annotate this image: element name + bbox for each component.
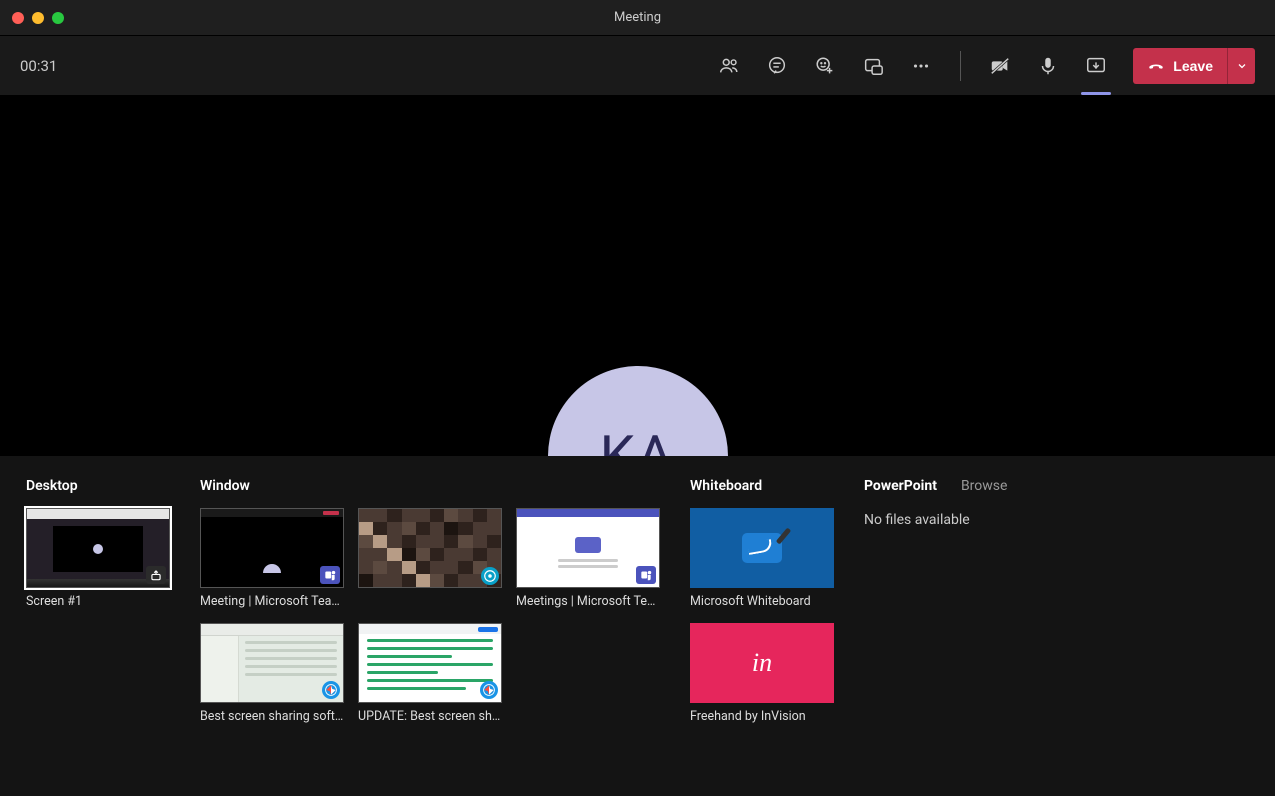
tile-label: Best screen sharing soft…	[200, 709, 344, 724]
window-titlebar: Meeting	[0, 0, 1275, 36]
tile-label: Meetings | Microsoft Tea…	[516, 594, 660, 609]
maximize-window-button[interactable]	[52, 12, 64, 24]
thumbnail	[690, 508, 834, 588]
thumbnail	[358, 623, 502, 703]
chevron-down-icon	[1236, 60, 1248, 72]
reactions-icon[interactable]	[814, 55, 836, 77]
include-audio-icon	[146, 566, 166, 584]
share-tray: Desktop Screen #1 Window	[0, 456, 1275, 796]
powerpoint-empty-text: No files available	[864, 512, 1249, 528]
teams-app-icon	[636, 566, 656, 584]
share-section-powerpoint: PowerPoint Browse No files available	[864, 478, 1249, 766]
section-heading: Window	[200, 478, 660, 494]
share-tile-window-doc[interactable]: UPDATE: Best screen sha…	[358, 623, 502, 724]
microphone-icon[interactable]	[1037, 55, 1059, 77]
thumbnail	[200, 623, 344, 703]
teams-app-icon	[320, 566, 340, 584]
participants-icon[interactable]	[718, 55, 740, 77]
whiteboard-icon	[742, 533, 782, 563]
meeting-toolbar: 00:31 Leave	[0, 36, 1275, 96]
share-tile-screen-1[interactable]: Screen #1	[26, 508, 170, 609]
safari-app-icon	[480, 681, 498, 699]
close-window-button[interactable]	[12, 12, 24, 24]
share-section-window: Window Meeting | Microsoft Tea…	[200, 478, 660, 766]
participant-avatar: KA	[548, 366, 728, 456]
section-heading: PowerPoint	[864, 478, 937, 494]
thumbnail	[26, 508, 170, 588]
tile-label: Screen #1	[26, 594, 170, 609]
thumbnail	[358, 508, 502, 588]
thumbnail	[516, 508, 660, 588]
tile-label: Freehand by InVision	[690, 709, 834, 724]
safari-app-icon	[322, 681, 340, 699]
tile-label: Microsoft Whiteboard	[690, 594, 834, 609]
rooms-icon[interactable]	[862, 55, 884, 77]
window-title: Meeting	[614, 10, 661, 25]
chat-icon[interactable]	[766, 55, 788, 77]
avatar-initials: KA	[600, 423, 676, 456]
leave-dropdown-button[interactable]	[1227, 48, 1255, 84]
thumbnail	[200, 508, 344, 588]
browse-button[interactable]: Browse	[961, 478, 1007, 494]
toolbar-separator	[960, 51, 961, 81]
app-icon	[481, 567, 499, 585]
share-section-desktop: Desktop Screen #1	[26, 478, 170, 766]
share-section-whiteboard: Whiteboard Microsoft Whiteboard in Freeh…	[690, 478, 834, 766]
camera-icon[interactable]	[989, 55, 1011, 77]
more-actions-icon[interactable]	[910, 55, 932, 77]
video-stage: KA	[0, 96, 1275, 456]
share-tile-window-pixelated[interactable]	[358, 508, 502, 609]
share-tile-window-meetings[interactable]: Meetings | Microsoft Tea…	[516, 508, 660, 609]
invision-icon: in	[752, 648, 772, 678]
share-tray-icon[interactable]	[1085, 55, 1107, 77]
hangup-icon	[1147, 57, 1165, 75]
thumbnail: in	[690, 623, 834, 703]
share-tile-window-sheet[interactable]: Best screen sharing soft…	[200, 623, 344, 724]
share-tile-window-meeting[interactable]: Meeting | Microsoft Tea…	[200, 508, 344, 609]
tile-label: UPDATE: Best screen sha…	[358, 709, 502, 724]
minimize-window-button[interactable]	[32, 12, 44, 24]
meeting-timer: 00:31	[20, 57, 57, 75]
window-controls	[0, 12, 64, 24]
share-tile-ms-whiteboard[interactable]: Microsoft Whiteboard	[690, 508, 834, 609]
tile-label: Meeting | Microsoft Tea…	[200, 594, 344, 609]
leave-label: Leave	[1173, 58, 1213, 74]
share-tile-freehand[interactable]: in Freehand by InVision	[690, 623, 834, 724]
leave-button[interactable]: Leave	[1133, 48, 1227, 84]
section-heading: Desktop	[26, 478, 170, 494]
section-heading: Whiteboard	[690, 478, 834, 494]
